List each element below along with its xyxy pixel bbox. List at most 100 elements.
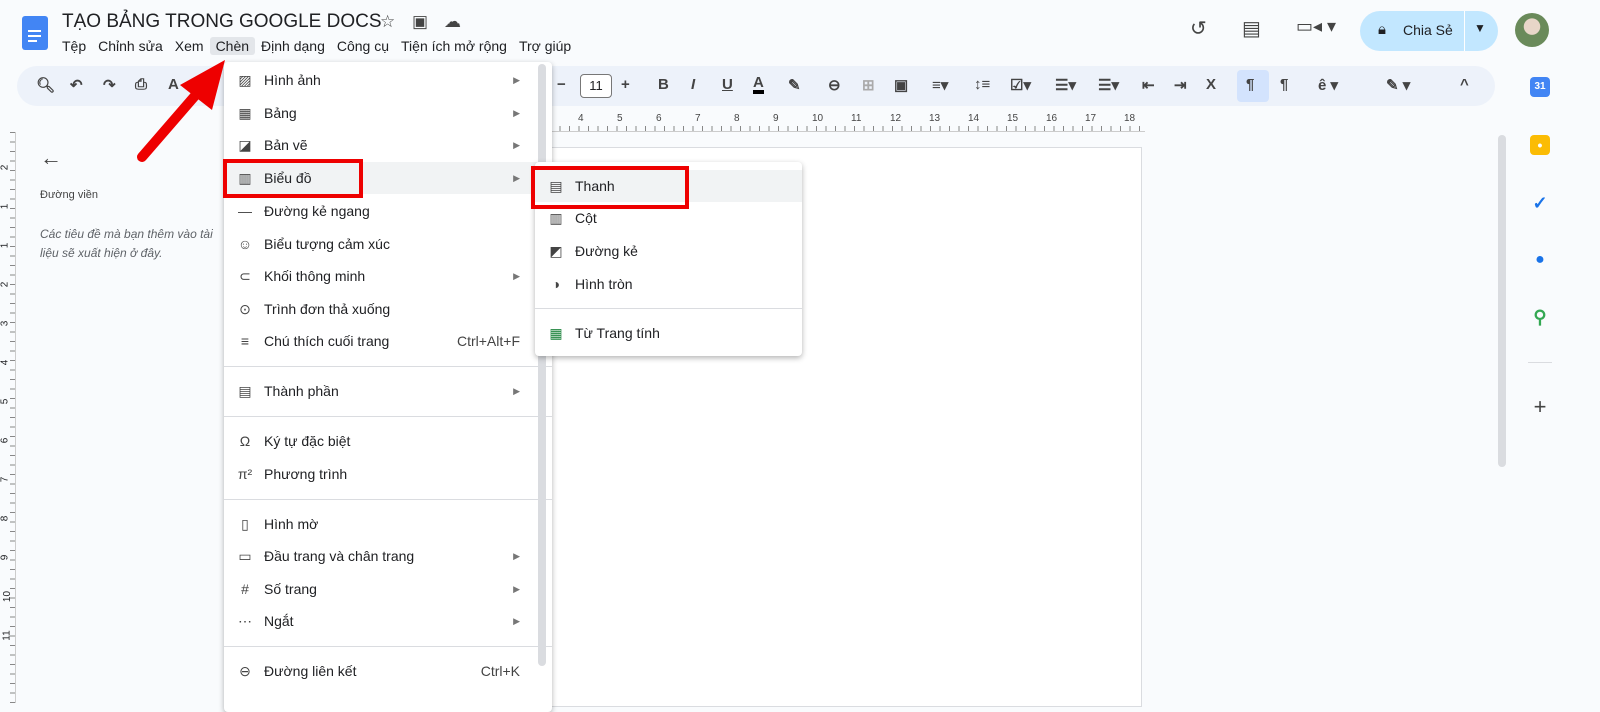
menu-item-image[interactable]: ▨ Hình ảnh ▶	[224, 64, 552, 96]
font-size-input[interactable]: 11	[580, 74, 612, 98]
bullet-list-icon[interactable]: ☰▾	[1055, 76, 1076, 94]
menu-item-omega[interactable]: Ω Ký tự đặc biệt	[224, 425, 552, 457]
add-comment-icon[interactable]: ⊞	[862, 76, 875, 94]
menu-item-link[interactable]: ⊖ Đường liên kết Ctrl+K	[224, 655, 552, 687]
menu-6[interactable]: Tiện ích mở rộng	[395, 37, 513, 55]
docs-logo-icon[interactable]	[22, 16, 48, 50]
collapse-toolbar-icon[interactable]: ^	[1460, 76, 1469, 93]
menu-item-emoji[interactable]: ☺ Biểu tượng cảm xúc	[224, 228, 552, 260]
menu-2[interactable]: Xem	[169, 37, 210, 55]
menu-item-label: Khối thông minh	[264, 268, 366, 284]
menu-3[interactable]: Chèn	[209, 37, 256, 55]
submenu-arrow-icon: ▶	[513, 270, 520, 281]
ruler-label: 8	[734, 113, 740, 124]
share-button[interactable]: 🔒︎ Chia Sẻ ▼	[1360, 11, 1498, 51]
add-addon-icon[interactable]: +	[1530, 396, 1550, 418]
maps-icon[interactable]: ⚲	[1530, 307, 1550, 327]
tasks-icon[interactable]: ✓	[1530, 193, 1550, 213]
decrease-font-size-icon[interactable]: −	[557, 76, 566, 93]
menu-item-hash[interactable]: # Số trang ▶	[224, 573, 552, 605]
align-icon[interactable]: ≡▾	[932, 76, 948, 94]
increase-font-size-icon[interactable]: +	[621, 76, 630, 93]
menu-item-header-footer[interactable]: ▭ Đầu trang và chân trang ▶	[224, 540, 552, 572]
keep-icon[interactable]: •	[1530, 135, 1550, 155]
menu-item-drawing[interactable]: ◪ Bản vẽ ▶	[224, 129, 552, 161]
insert-link-icon[interactable]: ⊖	[828, 76, 841, 94]
horizontal-ruler[interactable]: 4 5 6 7 8 9 10 11 12 13 14 15 16 17 18	[550, 112, 1145, 132]
version-history-icon[interactable]: ↺	[1190, 16, 1207, 41]
italic-icon[interactable]: I	[691, 76, 695, 93]
menu-item-building-blocks[interactable]: ▤ Thành phần ▶	[224, 375, 552, 407]
ruler-label: 5	[617, 113, 623, 124]
insert-image-icon[interactable]: ▣	[894, 76, 908, 94]
menu-item-label: Đầu trang và chân trang	[264, 548, 415, 564]
menu-item-dropdown[interactable]: ⊙ Trình đơn thả xuống	[224, 293, 552, 325]
numbered-list-icon[interactable]: ☰▾	[1098, 76, 1119, 94]
building-blocks-icon: ▤	[238, 382, 252, 399]
watermark-icon: ▯	[241, 515, 249, 532]
share-dropdown-icon[interactable]: ▼	[1474, 21, 1486, 35]
increase-indent-icon[interactable]: ⇥	[1174, 76, 1187, 94]
bold-icon[interactable]: B	[658, 76, 669, 93]
meet-icon[interactable]: ▭◂ ▾	[1296, 16, 1336, 37]
menu-item-label: Từ Trang tính	[575, 325, 660, 341]
menu-divider	[224, 366, 552, 367]
smart-chip-icon: ⊂	[239, 267, 251, 284]
star-icon[interactable]: ☆	[380, 12, 395, 32]
left-to-right-icon[interactable]: ¶	[1246, 76, 1254, 93]
redo-icon[interactable]: ↷	[103, 76, 116, 94]
input-tools-icon[interactable]: ê ▾	[1318, 76, 1338, 94]
undo-icon[interactable]: ↶	[70, 76, 83, 94]
highlight-icon[interactable]: ✎	[788, 76, 801, 94]
menu-7[interactable]: Trợ giúp	[513, 37, 577, 55]
comments-icon[interactable]: ▤	[1242, 16, 1261, 41]
clear-formatting-icon[interactable]: X	[1206, 76, 1216, 93]
ruler-label: 17	[1085, 113, 1097, 124]
menu-divider	[224, 499, 552, 500]
scrollbar[interactable]	[1498, 135, 1506, 467]
move-folder-icon[interactable]: ▣	[412, 12, 428, 32]
contacts-icon[interactable]: ●	[1530, 250, 1550, 270]
menu-item-label: Hình ảnh	[264, 72, 321, 88]
menu-1[interactable]: Chỉnh sửa	[92, 37, 169, 55]
menu-item-footnote[interactable]: ≡ Chú thích cuối trang Ctrl+Alt+F	[224, 325, 552, 357]
text-color-icon[interactable]: A	[753, 75, 764, 94]
side-panel	[1515, 64, 1600, 703]
avatar[interactable]	[1515, 13, 1549, 47]
omega-icon: Ω	[239, 433, 251, 449]
menu-0[interactable]: Tệp	[56, 37, 92, 55]
editing-mode-icon[interactable]: ✎ ▾	[1386, 76, 1410, 94]
menu-bar: Tệp Chỉnh sửa Xem Chèn Định dạng Công cụ Tiện …	[56, 37, 577, 55]
side-divider	[1528, 362, 1552, 363]
decrease-indent-icon[interactable]: ⇤	[1142, 76, 1155, 94]
menu-4[interactable]: Định dạng	[255, 37, 331, 55]
submenu-arrow-icon: ▶	[513, 74, 520, 85]
menu-item-sheets[interactable]: ▦ Từ Trang tính	[535, 317, 802, 349]
search-menus-icon[interactable]: 🔍︎	[36, 76, 55, 94]
menu-scrollbar[interactable]	[538, 64, 546, 666]
right-to-left-icon[interactable]: ¶	[1280, 76, 1288, 93]
back-arrow-icon[interactable]: ←	[40, 145, 62, 171]
lock-icon: 🔒︎	[1378, 21, 1386, 38]
calendar-icon[interactable]: 31	[1530, 77, 1550, 97]
line-spacing-icon[interactable]: ↕≡	[974, 76, 990, 93]
outline-title: Đường viền	[40, 189, 98, 201]
menu-5[interactable]: Công cụ	[331, 37, 395, 55]
share-label: Chia Sẻ	[1403, 22, 1453, 38]
menu-item-smart-chip[interactable]: ⊂ Khối thông minh ▶	[224, 260, 552, 292]
emoji-icon: ☺	[237, 236, 253, 252]
menu-item-pi[interactable]: π² Phương trình	[224, 458, 552, 490]
menu-item-pie-chart[interactable]: ◑ Hình tròn	[535, 268, 802, 300]
menu-item-horizontal-line[interactable]: — Đường kẻ ngang	[224, 195, 552, 227]
ruler-label: 16	[1046, 113, 1058, 124]
menu-item-table[interactable]: ▦ Bảng ▶	[224, 97, 552, 129]
checklist-icon[interactable]: ☑▾	[1010, 76, 1031, 94]
menu-divider	[535, 308, 802, 309]
hash-icon: #	[241, 581, 249, 597]
underline-icon[interactable]: U	[722, 76, 733, 93]
vertical-ruler[interactable]: 2 1 1 2 3 4 5 6 7 8 9 10 11	[0, 132, 16, 703]
menu-item-line-chart[interactable]: ◩ Đường kẻ	[535, 235, 802, 267]
menu-item-watermark[interactable]: ▯ Hình mờ	[224, 508, 552, 540]
document-title[interactable]: TẠO BẢNG TRONG GOOGLE DOCS	[62, 11, 382, 33]
menu-item-break[interactable]: ⋯ Ngắt ▶	[224, 605, 552, 637]
